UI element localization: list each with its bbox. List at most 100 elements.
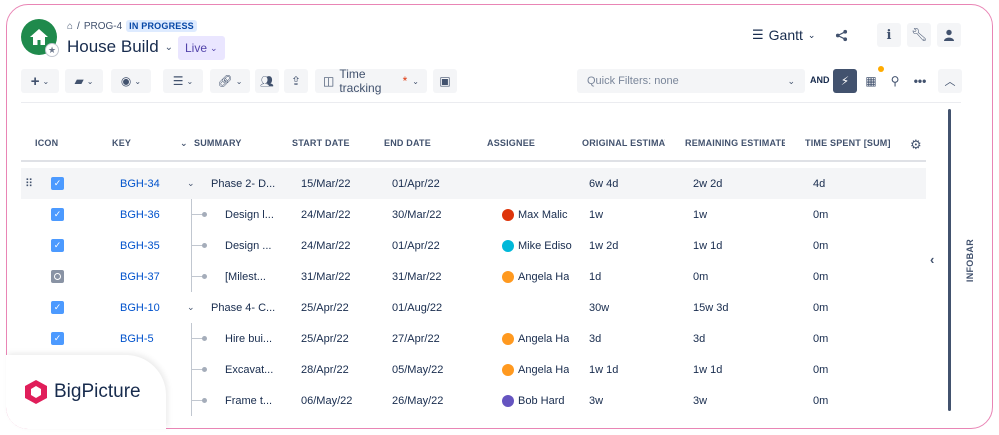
table-row[interactable]: ✓ BGH-5 Hire bui... 25/Apr/22 27/Apr/22 Angel…	[21, 323, 926, 354]
end-date[interactable]: 27/Apr/22	[392, 323, 440, 354]
issue-key-link[interactable]: BGH-10	[120, 292, 160, 323]
assignee[interactable]: Angela Ha	[502, 354, 569, 385]
issue-key-link[interactable]: BGH-36	[120, 199, 160, 230]
link-button[interactable]: 🔗︎ ⌄	[210, 69, 250, 93]
col-header-start-date[interactable]: START DATE	[292, 138, 350, 148]
original-estimate[interactable]: 3w	[589, 385, 603, 416]
summary-text[interactable]: Phase 2- D...	[211, 168, 275, 199]
original-estimate[interactable]: 30w	[589, 292, 609, 323]
summary-text[interactable]: Frame t...	[225, 385, 272, 416]
automation-button[interactable]: ⚡︎	[833, 69, 857, 93]
issue-key-link[interactable]: BGH-35	[120, 230, 160, 261]
original-estimate[interactable]: 1w 1d	[589, 354, 618, 385]
collapse-button[interactable]: ︿	[938, 69, 962, 93]
time-spent[interactable]: 4d	[813, 168, 825, 199]
start-date[interactable]: 24/Mar/22	[301, 230, 351, 261]
share-button[interactable]	[829, 23, 853, 47]
original-estimate[interactable]: 1w	[589, 199, 603, 230]
end-date[interactable]: 31/Mar/22	[392, 261, 442, 292]
original-estimate[interactable]: 3d	[589, 323, 601, 354]
infobar-splitter[interactable]	[948, 109, 951, 411]
page-title-wrapper[interactable]: House Build ⌄	[67, 37, 173, 57]
more-button[interactable]: •••	[909, 69, 931, 93]
remaining-estimate[interactable]: 1w 1d	[693, 230, 722, 261]
folder-button[interactable]: ▰ ⌄	[65, 69, 103, 93]
time-tracking-dropdown[interactable]: ◫ Time tracking * ⌄	[315, 67, 427, 95]
summary-text[interactable]: Hire bui...	[225, 323, 272, 354]
table-row[interactable]: BGH-37 [Milest... 31/Mar/22 31/Mar/22 Angela…	[21, 261, 926, 292]
info-button[interactable]: i	[877, 23, 901, 47]
user-button[interactable]	[937, 23, 961, 47]
remaining-estimate[interactable]: 15w 3d	[693, 292, 728, 323]
summary-text[interactable]: Design ...	[225, 230, 271, 261]
end-date[interactable]: 01/Aug/22	[392, 292, 442, 323]
assignee[interactable]: Bob Hard	[502, 385, 564, 416]
start-date[interactable]: 25/Apr/22	[301, 323, 349, 354]
assignee[interactable]: Angela Ha	[502, 261, 569, 292]
col-header-key[interactable]: KEY	[112, 138, 131, 148]
table-row[interactable]: ✓ BGH-36 Design l... 24/Mar/22 30/Mar/22 Max …	[21, 199, 926, 230]
end-date[interactable]: 26/May/22	[392, 385, 443, 416]
remaining-estimate[interactable]: 2w 2d	[693, 168, 722, 199]
end-date[interactable]: 05/May/22	[392, 354, 443, 385]
table-row[interactable]: ✓ BGH-10 ⌄ Phase 4- C... 25/Apr/22 01/Aug/22 3…	[21, 292, 926, 323]
breadcrumb-project-id[interactable]: PROG-4	[84, 21, 122, 32]
summary-text[interactable]: [Milest...	[225, 261, 266, 292]
issue-key-link[interactable]: BGH-37	[120, 261, 160, 292]
remaining-estimate[interactable]: 0m	[693, 261, 708, 292]
and-operator[interactable]: AND	[810, 75, 830, 85]
table-row[interactable]: ✓ BGH-35 Design ... 24/Mar/22 01/Apr/22 Mike …	[21, 230, 926, 261]
team-button[interactable]: 👥︎	[255, 69, 279, 93]
status-badge[interactable]: IN PROGRESS	[126, 20, 197, 32]
add-button[interactable]: + ⌄	[21, 69, 59, 93]
time-spent[interactable]: 0m	[813, 292, 828, 323]
col-header-icon[interactable]: ICON	[35, 138, 58, 148]
summary-text[interactable]: Design l...	[225, 199, 274, 230]
calendar-button[interactable]: ▦	[860, 69, 882, 93]
expand-all-icon[interactable]: ⌄	[180, 138, 188, 149]
original-estimate[interactable]: 6w 4d	[589, 168, 618, 199]
original-estimate[interactable]: 1w 2d	[589, 230, 618, 261]
columns-button[interactable]: ☰ ⌄	[163, 69, 203, 93]
time-spent[interactable]: 0m	[813, 199, 828, 230]
remaining-estimate[interactable]: 1w 1d	[693, 354, 722, 385]
end-date[interactable]: 30/Mar/22	[392, 199, 442, 230]
assignee[interactable]: Angela Ha	[502, 323, 569, 354]
time-spent[interactable]: 0m	[813, 323, 828, 354]
col-header-time-spent[interactable]: TIME SPENT [SUM]	[805, 138, 891, 148]
start-date[interactable]: 06/May/22	[301, 385, 352, 416]
remaining-estimate[interactable]: 3w	[693, 385, 707, 416]
save-button[interactable]: ▣	[433, 69, 457, 93]
assignee[interactable]: Mike Ediso	[502, 230, 572, 261]
col-header-original-estimate[interactable]: ORIGINAL ESTIMATE	[582, 138, 665, 148]
gear-icon[interactable]: ⚙	[910, 137, 922, 153]
issue-key-link[interactable]: BGH-5	[120, 323, 154, 354]
infobar-label[interactable]: INFOBAR	[965, 239, 975, 282]
quick-filters-select[interactable]: Quick Filters: none ⌄	[577, 69, 805, 93]
assignee[interactable]: Max Malic	[502, 199, 568, 230]
start-date[interactable]: 28/Apr/22	[301, 354, 349, 385]
live-dropdown[interactable]: Live ⌄	[178, 36, 225, 60]
time-spent[interactable]: 0m	[813, 354, 828, 385]
chevron-down-icon[interactable]: ⌄	[187, 292, 195, 323]
chevron-down-icon[interactable]: ⌄	[187, 168, 195, 199]
summary-text[interactable]: Phase 4- C...	[211, 292, 275, 323]
home-icon[interactable]: ⌂	[67, 21, 73, 32]
col-header-remaining-estimate[interactable]: REMAINING ESTIMATE [	[685, 138, 785, 148]
table-row[interactable]: ⠿ ✓ BGH-34 ⌄ Phase 2- D... 15/Mar/22 01/Apr/22…	[21, 168, 926, 199]
issue-key-link[interactable]: BGH-34	[120, 168, 160, 199]
col-header-summary[interactable]: SUMMARY	[194, 138, 242, 148]
project-avatar[interactable]: ★	[21, 19, 59, 57]
search-button[interactable]: ⚲	[884, 69, 906, 93]
start-date[interactable]: 31/Mar/22	[301, 261, 351, 292]
view-selector[interactable]: ☰ Gantt ⌄	[752, 23, 815, 47]
summary-text[interactable]: Excavat...	[225, 354, 273, 385]
time-spent[interactable]: 0m	[813, 385, 828, 416]
col-header-assignee[interactable]: ASSIGNEE	[487, 138, 535, 148]
remaining-estimate[interactable]: 3d	[693, 323, 705, 354]
col-header-end-date[interactable]: END DATE	[384, 138, 431, 148]
time-spent[interactable]: 0m	[813, 230, 828, 261]
end-date[interactable]: 01/Apr/22	[392, 230, 440, 261]
time-spent[interactable]: 0m	[813, 261, 828, 292]
start-date[interactable]: 24/Mar/22	[301, 199, 351, 230]
